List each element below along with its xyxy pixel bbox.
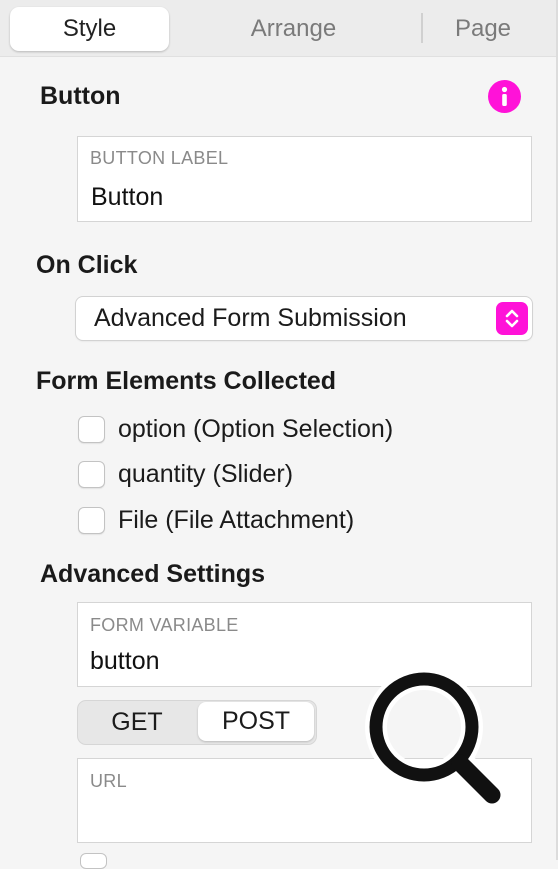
magnifier-icon xyxy=(362,665,512,815)
advanced-settings-title: Advanced Settings xyxy=(40,560,266,588)
button-label-field[interactable]: BUTTON LABEL Button xyxy=(77,136,532,222)
tab-style[interactable]: Style xyxy=(10,7,169,51)
checkbox[interactable] xyxy=(80,853,107,869)
http-method-segmented-control[interactable]: GET POST xyxy=(77,700,317,745)
form-variable-value[interactable]: button xyxy=(90,647,160,676)
form-variable-caption: FORM VARIABLE xyxy=(90,615,239,635)
button-label-value[interactable]: Button xyxy=(91,183,163,212)
info-icon[interactable] xyxy=(488,80,521,113)
form-element-label: option (Option Selection) xyxy=(118,415,394,443)
form-elements-title: Form Elements Collected xyxy=(36,367,337,395)
method-post-option[interactable]: POST xyxy=(198,702,314,741)
on-click-selected-value: Advanced Form Submission xyxy=(94,304,407,332)
checkbox[interactable] xyxy=(78,507,105,534)
method-get-option[interactable]: GET xyxy=(78,701,196,744)
button-label-caption: BUTTON LABEL xyxy=(90,148,229,168)
inspector-tab-bar: Style Arrange Page xyxy=(0,0,556,57)
checkbox[interactable] xyxy=(78,461,105,488)
on-click-select[interactable]: Advanced Form Submission xyxy=(76,297,532,340)
url-caption: URL xyxy=(90,771,127,791)
checkbox[interactable] xyxy=(78,416,105,443)
form-element-label: quantity (Slider) xyxy=(118,460,294,488)
form-element-label: File (File Attachment) xyxy=(118,506,355,534)
on-click-title: On Click xyxy=(36,251,138,279)
button-section-title: Button xyxy=(40,82,121,110)
tab-arrange[interactable]: Arrange xyxy=(206,7,381,51)
tab-page[interactable]: Page xyxy=(422,7,544,51)
chevron-up-down-icon[interactable] xyxy=(496,302,528,335)
